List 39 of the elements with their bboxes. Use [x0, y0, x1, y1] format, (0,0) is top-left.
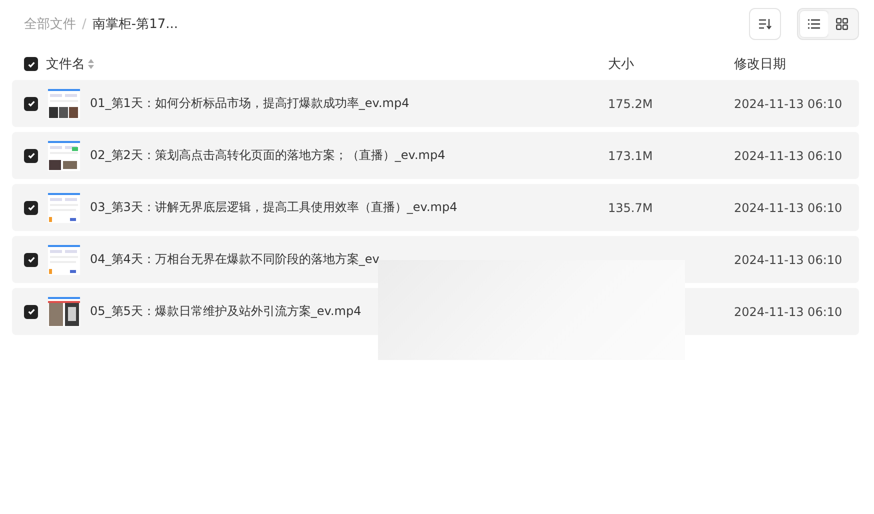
file-name: 04_第4天：万相台无界在爆款不同阶段的落地方案_ev: [90, 251, 380, 268]
breadcrumb-separator: /: [82, 16, 86, 32]
list-icon: [808, 19, 820, 29]
check-icon: [26, 203, 36, 212]
check-icon: [26, 307, 36, 316]
grid-icon: [836, 18, 848, 30]
modified-date: 2024-11-13 06:10: [734, 200, 842, 214]
modified-date: 2024-11-13 06:10: [734, 304, 842, 318]
breadcrumb-current: 南掌柜-第17...: [92, 16, 178, 33]
check-icon: [26, 60, 36, 68]
file-size: 135.7M: [608, 200, 654, 214]
sort-button[interactable]: [749, 8, 781, 40]
file-row[interactable]: 01_第1天：如何分析标品市场，提高打爆款成功率_ev.mp4 175.2M 2024-11-13 06:10: [12, 80, 859, 127]
column-header: 大小: [608, 56, 635, 73]
modified-date: 2024-11-13 06:10: [734, 148, 842, 162]
file-row[interactable]: 02_第2天：策划高点击高转化页面的落地方案；（直播）_ev.mp4 173.1M 2024-11-13 06:10: [12, 132, 859, 179]
column-header[interactable]: 文件名: [46, 55, 85, 73]
file-size: 173.1M: [608, 148, 654, 162]
sort-icon: [758, 18, 772, 30]
check-icon: [26, 255, 36, 264]
file-name: 05_第5天：爆款日常维护及站外引流方案_ev.mp4: [90, 303, 362, 320]
file-size: 175.2M: [608, 96, 654, 110]
file-row[interactable]: 03_第3天：讲解无界底层逻辑，提高工具使用效率（直播）_ev.mp4 135.7M 2024-11-13 06:10: [12, 184, 859, 231]
modified-date: 2024-11-13 06:10: [734, 252, 842, 266]
row-checkbox[interactable]: [24, 96, 38, 110]
check-icon: [26, 151, 36, 160]
file-name: 03_第3天：讲解无界底层逻辑，提高工具使用效率（直播）_ev.mp4: [90, 199, 458, 216]
list-view-button[interactable]: [800, 11, 828, 37]
modified-date: 2024-11-13 06:10: [734, 96, 842, 110]
file-name: 02_第2天：策划高点击高转化页面的落地方案；（直播）_ev.mp4: [90, 147, 446, 164]
column-header: 修改日期: [734, 56, 786, 73]
row-checkbox[interactable]: [24, 252, 38, 266]
file-name: 01_第1天：如何分析标品市场，提高打爆款成功率_ev.mp4: [90, 95, 410, 112]
row-checkbox[interactable]: [24, 304, 38, 318]
row-checkbox[interactable]: [24, 200, 38, 214]
sort-icon: [88, 59, 94, 69]
check-icon: [26, 99, 36, 108]
row-checkbox[interactable]: [24, 148, 38, 162]
select-all-checkbox[interactable]: [24, 57, 38, 71]
